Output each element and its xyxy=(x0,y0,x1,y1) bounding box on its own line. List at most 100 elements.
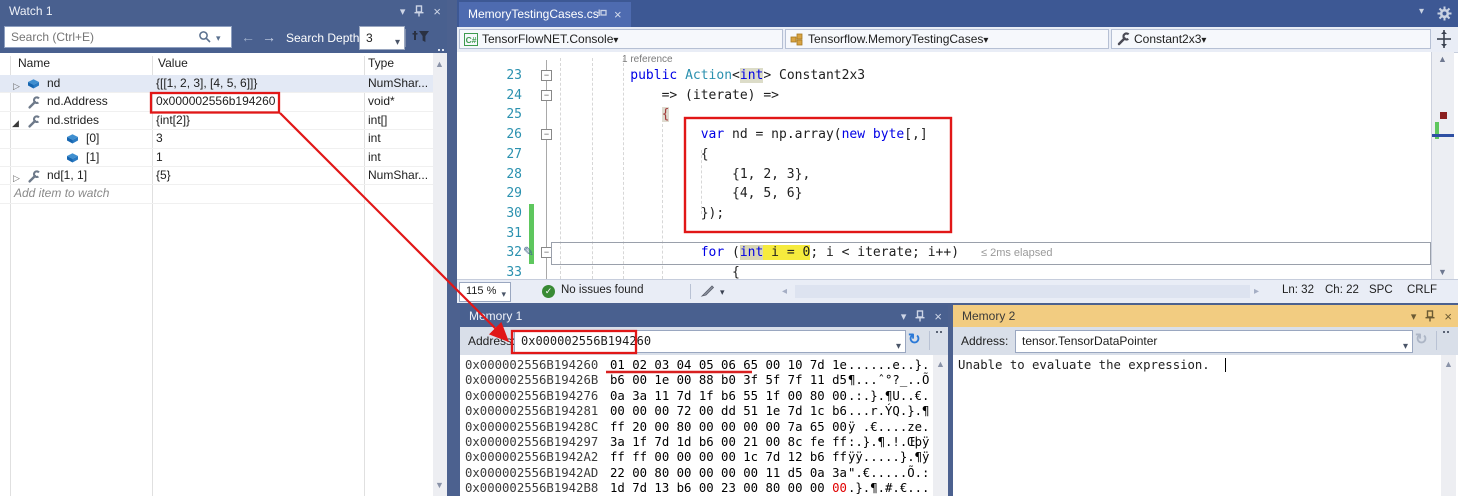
close-icon[interactable]: × xyxy=(433,4,441,19)
toolbar-overflow-icon[interactable] xyxy=(936,331,944,334)
column-header-type[interactable]: Type xyxy=(368,56,394,70)
watch-row[interactable]: [1]1int xyxy=(0,149,433,167)
tab-memorytestingcases[interactable]: MemoryTestingCases.cs × xyxy=(459,2,631,27)
watch-row[interactable]: nd.Address0x000002556b194260void* xyxy=(0,93,433,111)
close-icon[interactable]: × xyxy=(1444,309,1452,324)
memory1-scrollbar[interactable]: ▲ xyxy=(933,355,948,496)
memory-bytes[interactable]: 00 00 00 72 00 dd 51 1e 7d 1c b6 xyxy=(610,404,847,419)
memory-bytes[interactable]: ff 20 00 80 00 00 00 00 7a 65 00 xyxy=(610,420,847,435)
perf-tip[interactable]: ≤ 2ms elapsed xyxy=(981,247,1052,259)
fold-collapse-icon[interactable]: − xyxy=(541,129,552,140)
search-forward-icon[interactable]: → xyxy=(262,29,276,45)
scroll-up-icon[interactable]: ▲ xyxy=(435,59,444,69)
toolbar-overflow-icon[interactable] xyxy=(1443,331,1451,334)
memory-bytes[interactable]: b6 00 1e 00 88 b0 3f 5f 7f 11 d5 xyxy=(610,373,847,388)
issues-status[interactable]: No issues found xyxy=(561,284,643,296)
scroll-up-icon[interactable]: ▲ xyxy=(1444,359,1453,369)
search-icon[interactable] xyxy=(198,30,212,44)
code-line[interactable]: {1, 2, 3}, xyxy=(552,165,810,185)
doc-well-dropdown-icon[interactable]: ▾ xyxy=(1419,6,1424,17)
column-header-value[interactable]: Value xyxy=(158,56,188,70)
watch-name[interactable]: nd.strides xyxy=(47,112,99,129)
pin-icon[interactable] xyxy=(414,5,424,17)
window-position-icon[interactable]: ▾ xyxy=(901,310,907,323)
code-line[interactable]: { xyxy=(552,145,709,165)
code-line[interactable]: public Action<int> Constant2x3 xyxy=(552,66,865,86)
pin-icon[interactable] xyxy=(915,310,925,322)
tab-close-icon[interactable]: × xyxy=(614,2,622,27)
watch-value[interactable]: 0x000002556b194260 xyxy=(156,93,275,110)
watch-add-row[interactable]: Add item to watch xyxy=(0,185,433,203)
address-input[interactable]: tensor.TensorDataPointer▾ xyxy=(1015,330,1413,353)
pin-icon[interactable] xyxy=(1425,310,1435,322)
member-dropdown[interactable]: Constant2x3▾ xyxy=(1111,29,1431,49)
code-line[interactable]: => (iterate) => xyxy=(552,86,779,106)
code-line[interactable]: var nd = np.array(new byte[,] xyxy=(552,125,928,145)
refresh-icon[interactable]: ↻ xyxy=(908,330,921,348)
hscroll-left-icon[interactable]: ◂ xyxy=(782,286,787,297)
search-depth-select[interactable]: 3▾ xyxy=(359,26,405,50)
search-options-chevron-icon[interactable]: ▾ xyxy=(216,33,221,44)
zoom-select[interactable]: 115 %▾ xyxy=(459,282,511,302)
window-position-icon[interactable]: ▾ xyxy=(1411,310,1417,323)
watch-row[interactable]: [0]3int xyxy=(0,130,433,148)
column-header-name[interactable]: Name xyxy=(18,56,50,70)
window-position-icon[interactable]: ▾ xyxy=(400,5,406,18)
horizontal-scrollbar[interactable] xyxy=(795,285,1250,298)
watch-name[interactable]: [1] xyxy=(86,149,99,166)
scroll-up-icon[interactable]: ▲ xyxy=(1438,54,1447,64)
memory2-content[interactable]: Unable to evaluate the expression. ▲ xyxy=(953,355,1458,496)
memory2-scrollbar[interactable]: ▲ xyxy=(1441,355,1456,496)
watch-title-icons: ▾ × xyxy=(400,0,441,22)
memory1-content[interactable]: 0x000002556B19426001 02 03 04 05 06 65 0… xyxy=(460,355,948,496)
memory-bytes[interactable]: 22 00 80 00 00 00 00 11 d5 0a 3a xyxy=(610,466,847,481)
project-dropdown[interactable]: C# TensorFlowNET.Console▾ xyxy=(459,29,783,49)
format-options-chevron-icon[interactable]: ▾ xyxy=(720,287,725,298)
watch-row[interactable]: ▷nd[1, 1]{5}NumShar... xyxy=(0,167,433,185)
code-line[interactable]: {4, 5, 6} xyxy=(552,184,802,204)
watch-row[interactable]: ◢nd.strides{int[2]}int[] xyxy=(0,112,433,130)
type-dropdown[interactable]: Tensorflow.MemoryTestingCases▾ xyxy=(785,29,1109,49)
watch-scrollbar[interactable]: ▲ ▼ xyxy=(433,53,447,496)
close-icon[interactable]: × xyxy=(934,309,942,324)
format-brush-icon[interactable] xyxy=(700,284,715,298)
watch-row[interactable]: ▷nd{[[1, 2, 3], [4, 5, 6]]}NumShar... xyxy=(0,75,433,93)
watch-value[interactable]: {int[2]} xyxy=(156,112,190,129)
code-line[interactable]: { xyxy=(552,105,669,125)
memory-bytes[interactable]: 1d 7d 13 b6 00 23 00 80 00 00 00 xyxy=(610,481,847,496)
scroll-up-icon[interactable]: ▲ xyxy=(936,359,945,369)
watch-name[interactable]: nd[1, 1] xyxy=(47,167,87,184)
toolbar-overflow-icon[interactable] xyxy=(438,49,446,52)
watch-name[interactable]: nd xyxy=(47,75,60,92)
add-item-label[interactable]: Add item to watch xyxy=(14,185,109,202)
memory-bytes[interactable]: 3a 1f 7d 1d b6 00 21 00 8c fe ff xyxy=(610,435,847,450)
hscroll-right-icon[interactable]: ▸ xyxy=(1254,286,1259,297)
search-back-icon[interactable]: ← xyxy=(241,29,255,45)
scroll-down-icon[interactable]: ▼ xyxy=(1438,267,1447,277)
memory-bytes[interactable]: ff ff 00 00 00 00 1c 7d 12 b6 ff xyxy=(610,450,847,465)
memory2-title[interactable]: Memory 2 xyxy=(953,305,1458,327)
split-window-icon[interactable] xyxy=(1437,30,1451,48)
watch-value[interactable]: {[[1, 2, 3], [4, 5, 6]]} xyxy=(156,75,257,92)
memory1-title[interactable]: Memory 1 xyxy=(460,305,948,327)
scroll-down-icon[interactable]: ▼ xyxy=(435,480,444,490)
watch-value[interactable]: 3 xyxy=(156,130,163,147)
code-line[interactable]: { xyxy=(552,263,740,279)
watch-title[interactable]: Watch 1 xyxy=(0,0,447,22)
tab-pin-icon[interactable] xyxy=(597,9,609,19)
fold-collapse-icon[interactable]: − xyxy=(541,70,552,81)
codelens-references[interactable]: 1 reference xyxy=(622,54,673,65)
memory-bytes[interactable]: 01 02 03 04 05 06 65 00 10 7d 1e xyxy=(610,358,847,373)
address-input[interactable]: 0x000002556B194260▾ xyxy=(514,330,906,353)
watch-value[interactable]: {5} xyxy=(156,167,171,184)
gear-icon[interactable] xyxy=(1437,6,1452,21)
watch-name[interactable]: [0] xyxy=(86,130,99,147)
memory-bytes[interactable]: 0a 3a 11 7d 1f b6 55 1f 00 80 00 xyxy=(610,389,847,404)
filter-pinned-icon[interactable] xyxy=(412,29,430,45)
code-editor[interactable]: 1 reference 23− public Action<int> Const… xyxy=(457,52,1431,279)
watch-name[interactable]: nd.Address xyxy=(47,93,108,110)
code-line[interactable]: }); xyxy=(552,204,724,224)
editor-vertical-scrollbar[interactable]: ▲ ▼ xyxy=(1431,52,1454,279)
watch-value[interactable]: 1 xyxy=(156,149,163,166)
fold-collapse-icon[interactable]: − xyxy=(541,90,552,101)
